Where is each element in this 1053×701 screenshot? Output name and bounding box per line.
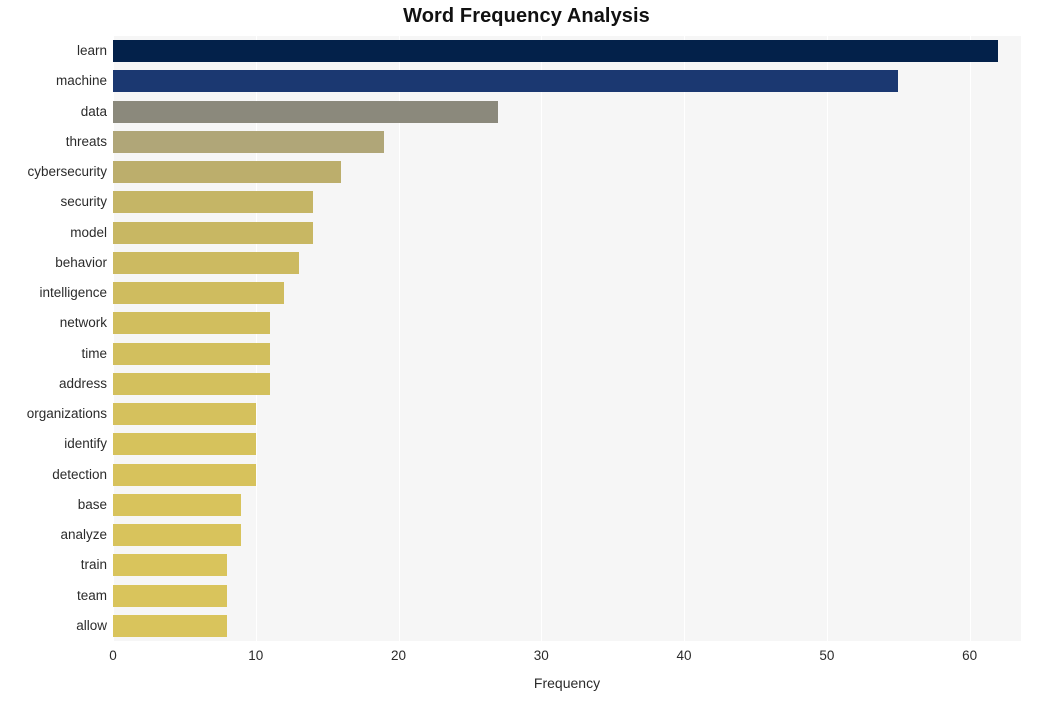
bar-learn[interactable] xyxy=(113,40,999,63)
x-tick-label-50: 50 xyxy=(819,648,835,663)
y-tick-label-train: train xyxy=(80,557,107,573)
bar-fill xyxy=(113,524,242,547)
y-tick-label-intelligence: intelligence xyxy=(39,285,107,301)
y-tick-label-base: base xyxy=(77,496,107,512)
bar-intelligence[interactable] xyxy=(113,282,285,305)
x-tick-label-40: 40 xyxy=(676,648,692,663)
bar-base[interactable] xyxy=(113,493,242,516)
y-tick-label-machine: machine xyxy=(55,73,107,89)
bar-team[interactable] xyxy=(113,584,228,607)
y-tick-label-model: model xyxy=(70,224,107,240)
bar-fill xyxy=(113,191,313,214)
y-tick-label-cybersecurity: cybersecurity xyxy=(27,164,107,180)
y-tick-label-detection: detection xyxy=(52,466,107,482)
x-tick-label-30: 30 xyxy=(533,648,549,663)
y-tick-label-organizations: organizations xyxy=(26,406,107,422)
y-tick-label-data: data xyxy=(80,103,107,119)
y-tick-label-behavior: behavior xyxy=(55,254,107,270)
y-axis-tick-labels: learn machine data threats cybersecurity secu… xyxy=(0,36,107,641)
y-tick-label-network: network xyxy=(59,315,107,331)
bar-fill xyxy=(113,70,899,93)
bar-fill xyxy=(113,130,385,153)
x-axis-title: Frequency xyxy=(533,675,601,691)
y-tick-label-identify: identify xyxy=(64,436,107,452)
y-tick-label-security: security xyxy=(60,194,107,210)
bar-fill xyxy=(113,312,271,335)
bar-fill xyxy=(113,614,228,637)
bar-identify[interactable] xyxy=(113,433,256,456)
bar-data[interactable] xyxy=(113,100,499,123)
x-tick-label-60: 60 xyxy=(962,648,978,663)
bar-security[interactable] xyxy=(113,191,313,214)
bar-allow[interactable] xyxy=(113,614,228,637)
bar-network[interactable] xyxy=(113,312,271,335)
x-tick-label-0: 0 xyxy=(109,648,117,663)
bar-fill xyxy=(113,221,313,244)
x-tick-label-10: 10 xyxy=(248,648,264,663)
y-tick-label-analyze: analyze xyxy=(60,527,107,543)
x-tick-label-20: 20 xyxy=(391,648,407,663)
bar-fill xyxy=(113,463,256,486)
chart-title: Word Frequency Analysis xyxy=(403,5,650,27)
y-tick-label-team: team xyxy=(76,587,107,603)
bar-fill xyxy=(113,493,242,516)
bar-fill xyxy=(113,342,271,365)
bar-organizations[interactable] xyxy=(113,403,256,426)
y-tick-label-threats: threats xyxy=(65,133,107,149)
y-tick-label-time: time xyxy=(81,345,107,361)
bar-train[interactable] xyxy=(113,554,228,577)
bar-address[interactable] xyxy=(113,372,271,395)
x-axis-tick-labels: 0 10 20 30 40 50 60 xyxy=(0,648,1053,668)
bar-analyze[interactable] xyxy=(113,524,242,547)
word-frequency-chart: Word Frequency Analysis learn machine data… xyxy=(0,0,1053,701)
bar-behavior[interactable] xyxy=(113,251,299,274)
bar-model[interactable] xyxy=(113,221,313,244)
bar-fill xyxy=(113,100,499,123)
bar-fill xyxy=(113,403,256,426)
bar-threats[interactable] xyxy=(113,130,385,153)
bar-fill xyxy=(113,161,342,184)
bar-fill xyxy=(113,433,256,456)
y-tick-label-allow: allow xyxy=(76,617,107,633)
bar-fill xyxy=(113,584,228,607)
y-tick-label-learn: learn xyxy=(76,43,107,59)
bar-cybersecurity[interactable] xyxy=(113,161,342,184)
bar-time[interactable] xyxy=(113,342,271,365)
bar-fill xyxy=(113,40,999,63)
y-tick-label-address: address xyxy=(58,375,107,391)
bar-detection[interactable] xyxy=(113,463,256,486)
bars-layer xyxy=(113,36,1021,641)
bar-fill xyxy=(113,282,285,305)
bar-machine[interactable] xyxy=(113,70,899,93)
bar-fill xyxy=(113,372,271,395)
bar-fill xyxy=(113,554,228,577)
bar-fill xyxy=(113,251,299,274)
